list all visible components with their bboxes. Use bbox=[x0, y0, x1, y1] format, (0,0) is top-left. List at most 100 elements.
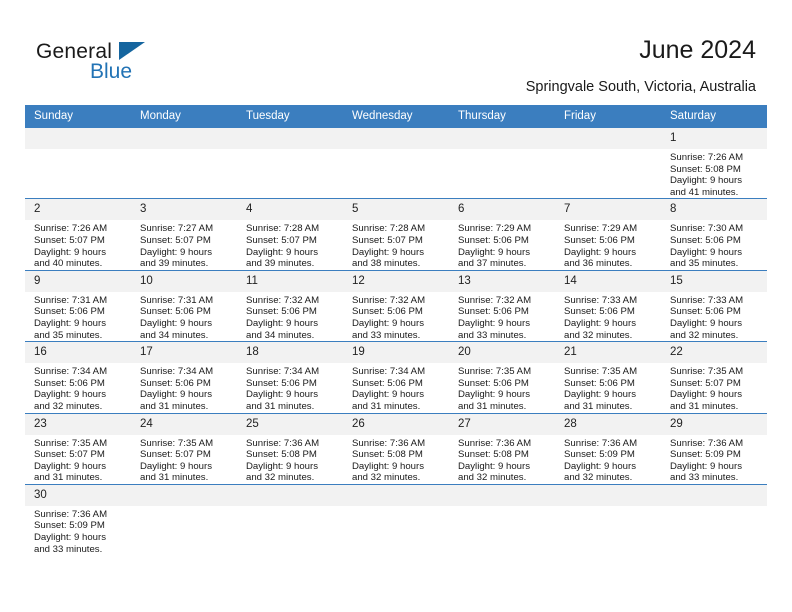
weekday-header-wednesday: Wednesday bbox=[343, 105, 449, 128]
calendar-day-cell[interactable]: 7 Sunrise: 7:29 AM Sunset: 5:06 PM Dayli… bbox=[555, 198, 661, 271]
day-info bbox=[343, 506, 449, 509]
calendar-day-cell[interactable]: 12 Sunrise: 7:32 AM Sunset: 5:06 PM Dayl… bbox=[343, 269, 449, 342]
daylight-text-line2: and 32 minutes. bbox=[352, 472, 421, 484]
sunset-text: Sunset: 5:07 PM bbox=[34, 234, 105, 246]
sunrise-text: Sunrise: 7:31 AM bbox=[140, 294, 214, 306]
calendar-day-cell[interactable]: 2 Sunrise: 7:26 AM Sunset: 5:07 PM Dayli… bbox=[25, 198, 131, 271]
daylight-text-line2: and 33 minutes. bbox=[670, 472, 739, 484]
calendar-day-cell[interactable]: 27 Sunrise: 7:36 AM Sunset: 5:08 PM Dayl… bbox=[449, 412, 555, 485]
sunset-text: Sunset: 5:07 PM bbox=[670, 377, 741, 389]
daylight-text-line1: Daylight: 9 hours bbox=[564, 460, 636, 472]
sunrise-text: Sunrise: 7:34 AM bbox=[246, 366, 320, 378]
day-info bbox=[449, 149, 555, 152]
calendar-day-cell[interactable]: 28 Sunrise: 7:36 AM Sunset: 5:09 PM Dayl… bbox=[555, 412, 661, 485]
sunset-text: Sunset: 5:06 PM bbox=[458, 306, 529, 318]
day-number: 6 bbox=[449, 199, 555, 221]
calendar-day-cell[interactable]: 25 Sunrise: 7:36 AM Sunset: 5:08 PM Dayl… bbox=[237, 412, 343, 485]
daylight-text-line1: Daylight: 9 hours bbox=[246, 317, 318, 329]
daylight-text-line1: Daylight: 9 hours bbox=[34, 317, 106, 329]
sunset-text: Sunset: 5:06 PM bbox=[140, 306, 211, 318]
calendar-day-cell[interactable] bbox=[449, 483, 555, 556]
calendar-day-cell[interactable]: 18 Sunrise: 7:34 AM Sunset: 5:06 PM Dayl… bbox=[237, 341, 343, 413]
day-info: Sunrise: 7:34 AM Sunset: 5:06 PM Dayligh… bbox=[237, 363, 343, 412]
calendar-day-cell[interactable]: 20 Sunrise: 7:35 AM Sunset: 5:06 PM Dayl… bbox=[449, 341, 555, 413]
calendar-day-cell[interactable]: 4 Sunrise: 7:28 AM Sunset: 5:07 PM Dayli… bbox=[237, 198, 343, 271]
calendar-day-cell[interactable] bbox=[449, 126, 555, 199]
sunset-text: Sunset: 5:06 PM bbox=[34, 306, 105, 318]
day-info bbox=[131, 149, 237, 152]
calendar-day-cell[interactable]: 15 Sunrise: 7:33 AM Sunset: 5:06 PM Dayl… bbox=[661, 269, 767, 342]
day-number bbox=[449, 128, 555, 149]
daylight-text-line1: Daylight: 9 hours bbox=[140, 460, 212, 472]
calendar-day-cell[interactable]: 5 Sunrise: 7:28 AM Sunset: 5:07 PM Dayli… bbox=[343, 198, 449, 271]
calendar-day-cell[interactable]: 19 Sunrise: 7:34 AM Sunset: 5:06 PM Dayl… bbox=[343, 341, 449, 413]
weekday-header-tuesday: Tuesday bbox=[237, 105, 343, 128]
calendar-day-cell[interactable]: 22 Sunrise: 7:35 AM Sunset: 5:07 PM Dayl… bbox=[661, 341, 767, 413]
calendar-day-cell[interactable] bbox=[661, 483, 767, 556]
calendar-day-cell[interactable]: 6 Sunrise: 7:29 AM Sunset: 5:06 PM Dayli… bbox=[449, 198, 555, 271]
daylight-text-line2: and 35 minutes. bbox=[670, 258, 739, 270]
calendar-day-cell[interactable]: 23 Sunrise: 7:35 AM Sunset: 5:07 PM Dayl… bbox=[25, 412, 131, 485]
calendar-day-cell[interactable]: 1 Sunrise: 7:26 AM Sunset: 5:08 PM Dayli… bbox=[661, 126, 767, 199]
general-blue-logo[interactable]: General Blue bbox=[36, 40, 186, 90]
calendar-day-cell[interactable] bbox=[343, 483, 449, 556]
day-number: 7 bbox=[555, 199, 661, 221]
calendar-day-cell[interactable]: 21 Sunrise: 7:35 AM Sunset: 5:06 PM Dayl… bbox=[555, 341, 661, 413]
sunset-text: Sunset: 5:07 PM bbox=[246, 234, 317, 246]
sunset-text: Sunset: 5:08 PM bbox=[352, 449, 423, 461]
daylight-text-line2: and 33 minutes. bbox=[352, 329, 421, 341]
daylight-text-line2: and 32 minutes. bbox=[564, 472, 633, 484]
daylight-text-line1: Daylight: 9 hours bbox=[140, 317, 212, 329]
calendar-day-cell[interactable]: 13 Sunrise: 7:32 AM Sunset: 5:06 PM Dayl… bbox=[449, 269, 555, 342]
weekday-header-monday: Monday bbox=[131, 105, 237, 128]
day-info: Sunrise: 7:36 AM Sunset: 5:09 PM Dayligh… bbox=[661, 435, 767, 484]
calendar-day-cell[interactable] bbox=[555, 126, 661, 199]
calendar-day-cell[interactable] bbox=[343, 126, 449, 199]
calendar-day-cell[interactable]: 17 Sunrise: 7:34 AM Sunset: 5:06 PM Dayl… bbox=[131, 341, 237, 413]
calendar-day-cell[interactable]: 11 Sunrise: 7:32 AM Sunset: 5:06 PM Dayl… bbox=[237, 269, 343, 342]
daylight-text-line2: and 34 minutes. bbox=[246, 329, 315, 341]
calendar-day-cell[interactable]: 8 Sunrise: 7:30 AM Sunset: 5:06 PM Dayli… bbox=[661, 198, 767, 271]
day-number bbox=[131, 128, 237, 149]
sunset-text: Sunset: 5:07 PM bbox=[140, 234, 211, 246]
sunrise-text: Sunrise: 7:36 AM bbox=[34, 508, 108, 520]
day-number: 29 bbox=[661, 413, 767, 435]
day-number: 23 bbox=[25, 413, 131, 435]
calendar-day-cell[interactable] bbox=[237, 126, 343, 199]
calendar-day-cell[interactable]: 16 Sunrise: 7:34 AM Sunset: 5:06 PM Dayl… bbox=[25, 341, 131, 413]
calendar-day-cell[interactable] bbox=[237, 483, 343, 556]
day-number bbox=[661, 484, 767, 506]
daylight-text-line2: and 31 minutes. bbox=[564, 400, 633, 412]
calendar-body: 1 Sunrise: 7:26 AM Sunset: 5:08 PM Dayli… bbox=[25, 126, 767, 556]
daylight-text-line1: Daylight: 9 hours bbox=[140, 389, 212, 401]
day-info: Sunrise: 7:35 AM Sunset: 5:07 PM Dayligh… bbox=[131, 435, 237, 484]
day-number bbox=[343, 128, 449, 149]
sunrise-text: Sunrise: 7:32 AM bbox=[246, 294, 320, 306]
sunset-text: Sunset: 5:06 PM bbox=[670, 234, 741, 246]
calendar-day-cell[interactable] bbox=[131, 483, 237, 556]
calendar-day-cell[interactable]: 24 Sunrise: 7:35 AM Sunset: 5:07 PM Dayl… bbox=[131, 412, 237, 485]
sunrise-text: Sunrise: 7:32 AM bbox=[352, 294, 426, 306]
day-info bbox=[449, 506, 555, 509]
calendar-day-cell[interactable]: 14 Sunrise: 7:33 AM Sunset: 5:06 PM Dayl… bbox=[555, 269, 661, 342]
calendar-day-cell[interactable]: 9 Sunrise: 7:31 AM Sunset: 5:06 PM Dayli… bbox=[25, 269, 131, 342]
calendar-day-cell[interactable] bbox=[131, 126, 237, 199]
day-info: Sunrise: 7:34 AM Sunset: 5:06 PM Dayligh… bbox=[343, 363, 449, 412]
calendar-day-cell[interactable]: 30 Sunrise: 7:36 AM Sunset: 5:09 PM Dayl… bbox=[25, 483, 131, 556]
daylight-text-line1: Daylight: 9 hours bbox=[670, 460, 742, 472]
daylight-text-line2: and 39 minutes. bbox=[140, 258, 209, 270]
day-number: 5 bbox=[343, 199, 449, 221]
calendar-day-cell[interactable]: 26 Sunrise: 7:36 AM Sunset: 5:08 PM Dayl… bbox=[343, 412, 449, 485]
sunrise-text: Sunrise: 7:26 AM bbox=[34, 223, 108, 235]
calendar-day-cell[interactable]: 29 Sunrise: 7:36 AM Sunset: 5:09 PM Dayl… bbox=[661, 412, 767, 485]
calendar-day-cell[interactable] bbox=[555, 483, 661, 556]
calendar-day-cell[interactable] bbox=[25, 126, 131, 199]
daylight-text-line2: and 36 minutes. bbox=[564, 258, 633, 270]
day-info: Sunrise: 7:29 AM Sunset: 5:06 PM Dayligh… bbox=[555, 220, 661, 269]
sunset-text: Sunset: 5:07 PM bbox=[34, 449, 105, 461]
daylight-text-line1: Daylight: 9 hours bbox=[34, 532, 106, 544]
weekday-header-saturday: Saturday bbox=[661, 105, 767, 128]
calendar-day-cell[interactable]: 3 Sunrise: 7:27 AM Sunset: 5:07 PM Dayli… bbox=[131, 198, 237, 271]
calendar-day-cell[interactable]: 10 Sunrise: 7:31 AM Sunset: 5:06 PM Dayl… bbox=[131, 269, 237, 342]
sunrise-text: Sunrise: 7:35 AM bbox=[34, 437, 108, 449]
